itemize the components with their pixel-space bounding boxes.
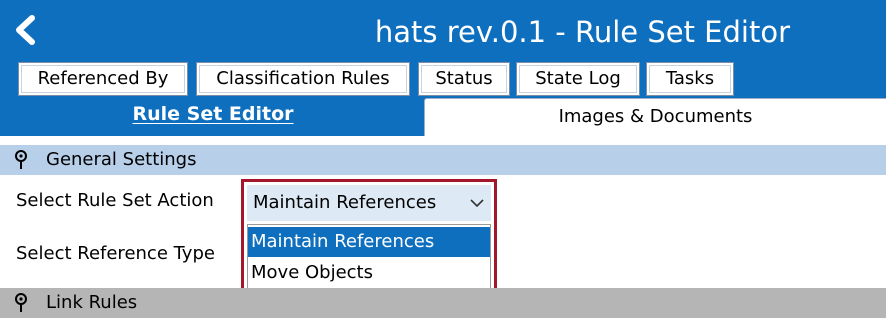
top-tab-strip: Referenced By Classification Rules Statu… [0, 60, 886, 98]
tab-classification-rules[interactable]: Classification Rules [196, 62, 410, 96]
title-bar: hats rev.0.1 - Rule Set Editor [0, 0, 886, 60]
chevron-left-icon [16, 15, 35, 45]
pin-icon [15, 150, 27, 169]
rule-set-action-label: Select Rule Set Action [16, 190, 214, 211]
second-tab-strip: Rule Set Editor Images & Documents [0, 98, 886, 136]
tab-state-log[interactable]: State Log [516, 62, 640, 96]
chevron-down-icon [470, 199, 484, 208]
tab-rule-set-editor[interactable]: Rule Set Editor [10, 98, 416, 134]
tab-images-documents[interactable]: Images & Documents [424, 98, 886, 136]
tab-referenced-by[interactable]: Referenced By [18, 62, 188, 96]
window-title: hats rev.0.1 - Rule Set Editor [374, 15, 790, 49]
option-move-objects[interactable]: Move Objects [248, 258, 490, 288]
pin-icon [15, 293, 27, 312]
general-settings-section[interactable]: General Settings [0, 145, 886, 175]
reference-type-label: Select Reference Type [16, 243, 215, 264]
tab-status[interactable]: Status [418, 62, 510, 96]
link-rules-label: Link Rules [46, 292, 138, 313]
link-rules-section[interactable]: Link Rules [0, 288, 886, 318]
rule-set-action-select[interactable]: Maintain References [247, 185, 491, 221]
select-value: Maintain References [253, 192, 437, 213]
tab-tasks[interactable]: Tasks [646, 62, 734, 96]
general-settings-label: General Settings [46, 149, 197, 170]
rule-set-action-dropdown-list: Maintain References Move Objects [247, 224, 491, 292]
option-maintain-references[interactable]: Maintain References [248, 227, 490, 257]
back-button[interactable] [6, 10, 46, 50]
